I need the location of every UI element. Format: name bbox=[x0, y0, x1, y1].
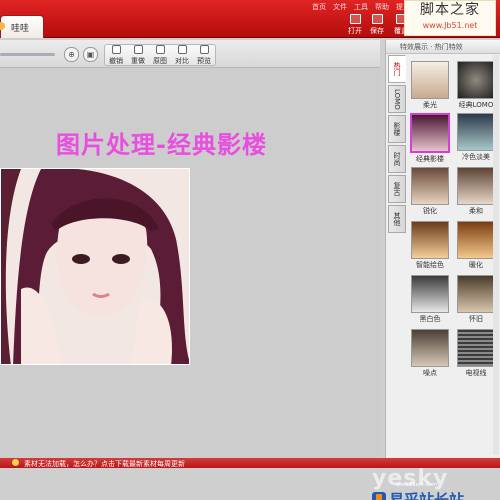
effects-panel: 特效展示 · 热门特效 热门 LOMO 影楼 时尚 复古 其他 柔光 经典LOM… bbox=[385, 40, 500, 458]
tab-retro[interactable]: 复古 bbox=[388, 175, 406, 203]
redo-icon bbox=[133, 45, 143, 54]
effect-label: 噪点 bbox=[423, 369, 437, 377]
effect-tv-lines[interactable]: 电视线 bbox=[456, 329, 496, 381]
effect-thumbnail bbox=[457, 221, 495, 259]
effect-label: 黑白色 bbox=[419, 315, 441, 323]
compare-label: 对比 bbox=[175, 57, 189, 65]
original-icon bbox=[155, 45, 165, 54]
effect-label: 柔和 bbox=[469, 207, 483, 215]
effect-label: 电视线 bbox=[465, 369, 487, 377]
save-label: 保存 bbox=[370, 27, 384, 35]
menu-item-help[interactable]: 帮助 bbox=[375, 2, 389, 12]
effect-thumbnail bbox=[411, 329, 449, 367]
site-watermark: 脚本之家 www.Jb51.net bbox=[404, 0, 496, 36]
undo-button[interactable]: 撤销 bbox=[105, 44, 127, 66]
effects-scrollbar[interactable] bbox=[493, 55, 499, 455]
effect-sharpen[interactable]: 锐化 bbox=[410, 167, 450, 219]
effect-soft-light[interactable]: 柔光 bbox=[410, 61, 450, 113]
actual-size-button[interactable]: ▣ bbox=[83, 47, 98, 62]
effect-label: 智能绘色 bbox=[416, 261, 444, 269]
redo-button[interactable]: 重做 bbox=[127, 44, 149, 66]
effect-nostalgia[interactable]: 怀旧 bbox=[456, 275, 496, 327]
effect-thumbnail bbox=[457, 167, 495, 205]
edit-toolbar: ⊕ ▣ 撤销 重做 原图 对比 预览 bbox=[0, 40, 380, 68]
open-label: 打开 bbox=[348, 27, 362, 35]
effect-thumbnail bbox=[411, 275, 449, 313]
undo-icon bbox=[111, 45, 121, 54]
effect-category-tabs: 热门 LOMO 影楼 时尚 复古 其他 bbox=[386, 55, 408, 235]
canvas-title-overlay: 图片处理-经典影楼 bbox=[56, 131, 267, 159]
effect-noise[interactable]: 噪点 bbox=[410, 329, 450, 381]
tab-other[interactable]: 其他 bbox=[388, 205, 406, 233]
app-tab-label: 哇哇 bbox=[11, 23, 30, 34]
tab-lomo[interactable]: LOMO bbox=[388, 85, 406, 113]
redo-label: 重做 bbox=[131, 57, 145, 65]
effect-thumbnail bbox=[411, 221, 449, 259]
open-button[interactable]: 打开 bbox=[344, 14, 366, 36]
effect-classic-lomo[interactable]: 经典LOMO bbox=[456, 61, 496, 113]
effect-smart-color[interactable]: 智能绘色 bbox=[410, 221, 450, 273]
effect-warm[interactable]: 暖化 bbox=[456, 221, 496, 273]
effect-cool-tone[interactable]: 冷色淡美 bbox=[456, 113, 496, 165]
edited-photo[interactable] bbox=[0, 168, 190, 365]
menu-item-tools[interactable]: 工具 bbox=[354, 2, 368, 12]
folder-icon bbox=[349, 14, 361, 24]
effect-label: 暖化 bbox=[469, 261, 483, 269]
app-tab[interactable]: 哇哇 bbox=[0, 15, 44, 38]
effect-label: 经典影楼 bbox=[416, 155, 444, 163]
fit-zoom-button[interactable]: ⊕ bbox=[64, 47, 79, 62]
undo-label: 撤销 bbox=[109, 57, 123, 65]
save-button[interactable]: 保存 bbox=[366, 14, 388, 36]
preview-button[interactable]: 预览 bbox=[193, 44, 215, 66]
effect-thumbnail bbox=[411, 167, 449, 205]
effect-label: 冷色淡美 bbox=[462, 153, 490, 161]
menu-item-home[interactable]: 首页 bbox=[312, 2, 326, 12]
yicai-logo-icon bbox=[372, 492, 386, 500]
tab-studio[interactable]: 影楼 bbox=[388, 115, 406, 143]
effect-thumbnail bbox=[457, 61, 495, 99]
effect-label: 锐化 bbox=[423, 207, 437, 215]
original-button[interactable]: 原图 bbox=[149, 44, 171, 66]
original-label: 原图 bbox=[153, 57, 167, 65]
app-icon bbox=[0, 22, 5, 30]
effect-soften[interactable]: 柔和 bbox=[456, 167, 496, 219]
yicai-text: 易采站长站 bbox=[389, 490, 465, 500]
watermark-line2: www.Jb51.net bbox=[422, 21, 478, 30]
yicai-watermark: 易采站长站 bbox=[372, 490, 500, 500]
effect-black-white[interactable]: 黑白色 bbox=[410, 275, 450, 327]
menu-item-file[interactable]: 文件 bbox=[333, 2, 347, 12]
compare-icon bbox=[177, 45, 187, 54]
title-bar: 哇哇 首页 文件 工具 帮助 提意见 打开 保存 覆盖 脚本之家 www.Jb5… bbox=[0, 0, 500, 38]
tab-hot[interactable]: 热门 bbox=[388, 55, 406, 83]
effect-thumbnail bbox=[457, 329, 495, 367]
effect-label: 柔光 bbox=[423, 101, 437, 109]
effect-label: 怀旧 bbox=[469, 315, 483, 323]
status-area: 素材无法加载，怎么办？点击下载最新素材每周更新 yesky www.Easck.… bbox=[0, 458, 500, 500]
compare-button[interactable]: 对比 bbox=[171, 44, 193, 66]
warning-icon bbox=[12, 459, 19, 466]
effect-thumbnail bbox=[457, 113, 495, 151]
preview-label: 预览 bbox=[197, 57, 211, 65]
status-message[interactable]: 素材无法加载，怎么办？点击下载最新素材每周更新 bbox=[24, 459, 185, 469]
zoom-slider[interactable] bbox=[0, 53, 55, 56]
effect-thumbnail bbox=[411, 61, 449, 99]
effect-thumbnail bbox=[410, 113, 450, 153]
tab-fashion[interactable]: 时尚 bbox=[388, 145, 406, 173]
top-menu: 首页 文件 工具 帮助 提意见 bbox=[312, 2, 417, 12]
effects-panel-header: 特效展示 · 热门特效 bbox=[386, 40, 500, 54]
watermark-line1: 脚本之家 bbox=[420, 2, 480, 18]
effect-classic-studio[interactable]: 经典影楼 bbox=[410, 113, 450, 165]
save-icon bbox=[371, 14, 383, 24]
yicai-url: www.Easck.Com bbox=[396, 482, 437, 488]
effect-thumbnail bbox=[457, 275, 495, 313]
effect-label: 经典LOMO bbox=[458, 101, 494, 109]
preview-icon bbox=[199, 45, 209, 54]
